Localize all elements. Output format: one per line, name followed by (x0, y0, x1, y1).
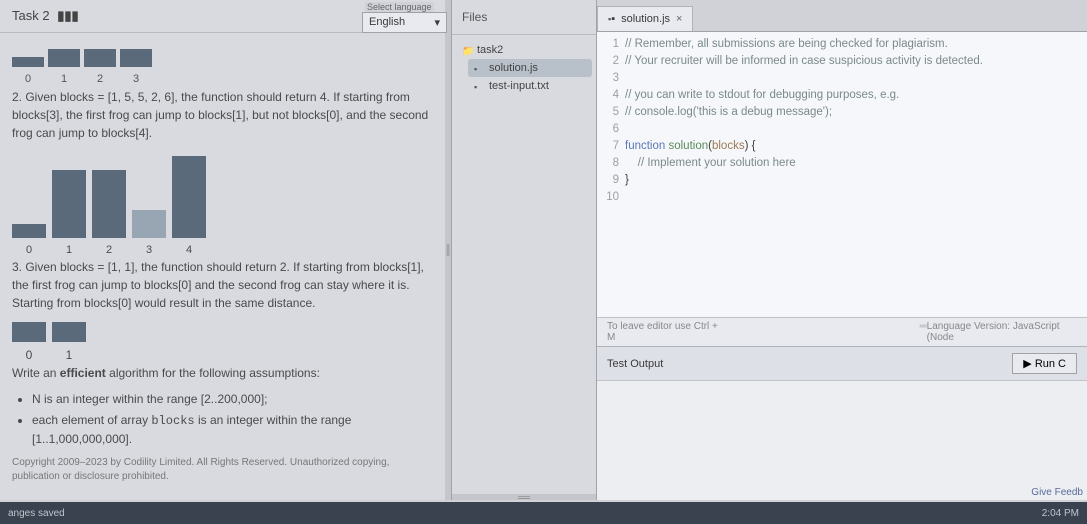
files-panel: Files task2 solution.js test-input.txt (451, 0, 596, 500)
block-label: 2 (92, 242, 126, 259)
file-tree: task2 solution.js test-input.txt (452, 35, 596, 101)
block-label: 0 (12, 242, 46, 259)
block-label: 4 (172, 242, 206, 259)
task-label: Task 2 (12, 8, 50, 23)
run-button[interactable]: ▶ Run C (1012, 353, 1077, 374)
output-area (597, 380, 1087, 500)
status-bar: anges saved 2:04 PM (0, 502, 1087, 524)
test-output-label: Test Output (607, 358, 663, 370)
file-icon (474, 63, 484, 73)
block-label: 1 (48, 71, 80, 88)
tab-label: solution.js (621, 13, 670, 25)
line-gutter: 12345678910 (597, 36, 625, 313)
block-label: 0 (12, 346, 46, 364)
lang-value: English (369, 16, 405, 28)
file-icon (474, 81, 484, 91)
resize-handle-horizontal[interactable] (452, 494, 596, 500)
language-select[interactable]: English ▾ (362, 12, 447, 33)
block-label: 2 (84, 71, 116, 88)
copyright-text: Copyright 2009–2023 by Codility Limited.… (12, 456, 433, 484)
lang-version-label: Language Version: JavaScript (Node (927, 321, 1077, 343)
problem-panel: Task 2 ▮▮▮ 0 1 2 3 2. Given blocks = [1,… (0, 0, 445, 500)
blocks-labels-3: 0 1 (12, 346, 433, 364)
assumptions-list: N is an integer within the range [2..200… (32, 390, 433, 448)
assumption-item: N is an integer within the range [2..200… (32, 390, 433, 408)
assumptions-intro: Write an efficient algorithm for the fol… (12, 364, 433, 382)
editor-panel: ▪ solution.js × 12345678910 // Remember,… (596, 0, 1087, 500)
files-header: Files (452, 0, 596, 35)
folder-icon (462, 45, 472, 55)
block-label: 3 (120, 71, 152, 88)
editor-hint: To leave editor use Ctrl + M (607, 321, 720, 343)
clock-time: 2:04 PM (1042, 508, 1079, 519)
blocks-diagram-2 (12, 156, 433, 238)
example-2-text: 2. Given blocks = [1, 5, 5, 2, 6], the f… (12, 88, 433, 142)
block-label: 0 (12, 71, 44, 88)
block-label: 3 (132, 242, 166, 259)
block-label: 1 (52, 346, 86, 364)
close-icon[interactable]: × (676, 13, 682, 25)
file-icon: ▪ (608, 13, 615, 25)
lang-legend: Select language (365, 2, 434, 12)
blocks-labels-1: 0 1 2 3 (12, 71, 433, 88)
file-label: test-input.txt (489, 80, 549, 92)
blocks-diagram-1 (12, 49, 433, 67)
block-label: 1 (52, 242, 86, 259)
assumption-item: each element of array blocks is an integ… (32, 411, 433, 448)
editor-footer: To leave editor use Ctrl + M ═ Language … (597, 317, 1087, 346)
file-test-input[interactable]: test-input.txt (468, 77, 592, 95)
example-3-text: 3. Given blocks = [1, 1], the function s… (12, 258, 433, 312)
task-indicator-icon: ▮▮▮ (57, 8, 78, 23)
save-status: anges saved (8, 508, 65, 519)
tab-bar: ▪ solution.js × (597, 0, 1087, 32)
problem-body: 0 1 2 3 2. Given blocks = [1, 5, 5, 2, 6… (0, 33, 445, 500)
code-editor[interactable]: 12345678910 // Remember, all submissions… (597, 32, 1087, 317)
folder-task2[interactable]: task2 (456, 41, 592, 59)
file-label: solution.js (489, 62, 538, 74)
blocks-diagram-3 (12, 322, 433, 342)
code-content[interactable]: // Remember, all submissions are being c… (625, 36, 1087, 313)
equals-icon: ═ (920, 321, 927, 343)
test-output-bar: Test Output ▶ Run C (597, 346, 1087, 380)
file-solution-js[interactable]: solution.js (468, 59, 592, 77)
give-feedback-link[interactable]: Give Feedb (1031, 487, 1083, 498)
blocks-labels-2: 0 1 2 3 4 (12, 242, 433, 259)
tab-solution-js[interactable]: ▪ solution.js × (597, 6, 693, 31)
chevron-down-icon: ▾ (434, 16, 440, 29)
folder-label: task2 (477, 44, 503, 56)
